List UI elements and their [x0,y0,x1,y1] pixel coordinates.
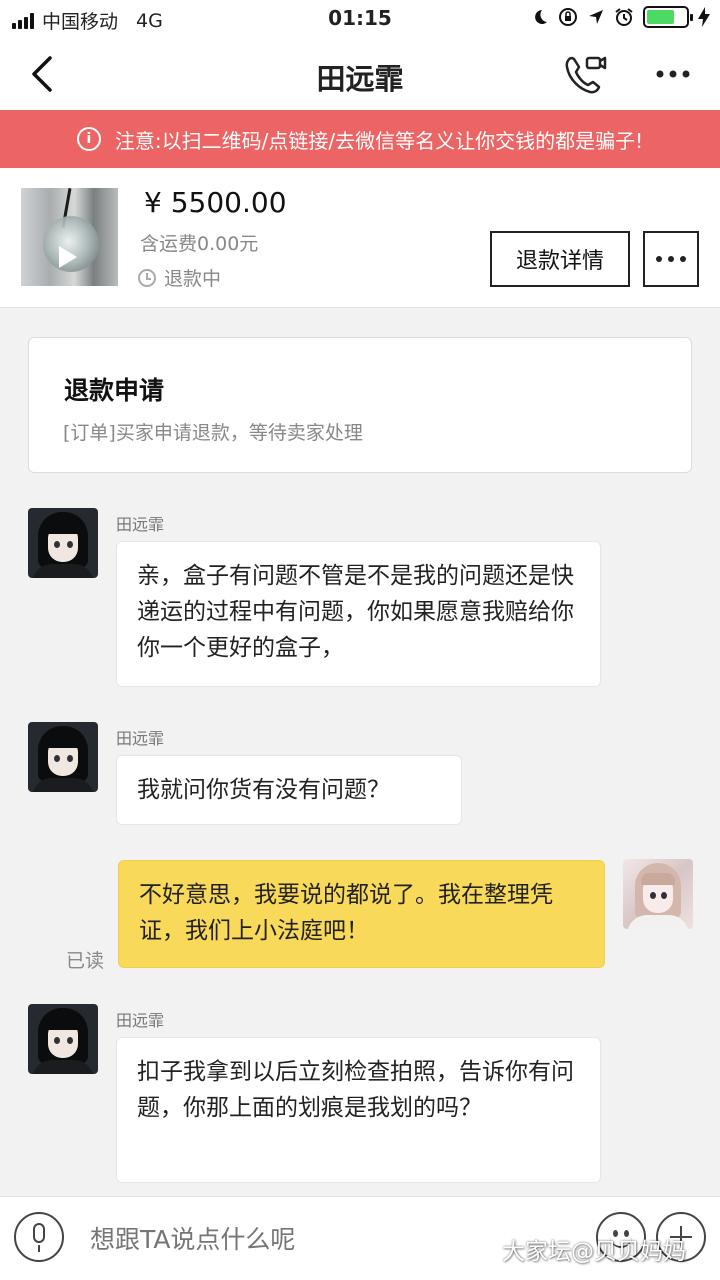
product-price: ¥ 5500.00 [144,186,287,219]
charging-icon [698,7,710,27]
sender-name: 田远霏 [116,515,165,534]
rotation-lock-icon [559,8,577,26]
sender-name: 田远霏 [116,729,165,748]
product-thumbnail[interactable] [21,188,118,286]
my-avatar[interactable] [623,859,693,929]
alarm-icon [615,8,633,26]
battery-icon [643,6,693,28]
sender-avatar[interactable] [28,1004,98,1074]
clock-icon [138,268,156,287]
voice-button[interactable] [14,1212,64,1262]
fraud-warning-banner: i 注意:以扫二维码/点链接/去微信等名义让你交钱的都是骗子! [0,110,720,168]
sender-avatar[interactable] [28,722,98,792]
order-status: 退款中 [138,264,221,291]
back-button[interactable] [22,52,66,96]
sender-name: 田远霏 [116,1011,165,1030]
message-bubble[interactable]: 我就问你货有没有问题？ [116,755,462,825]
back-chevron-icon [32,56,52,92]
my-message-bubble[interactable]: 不好意思，我要说的都说了。我在整理凭证，我们上小法庭吧！ [118,860,605,968]
status-bar: 中国移动 4G 01:15 [0,0,720,40]
video-call-button[interactable] [560,50,610,100]
mic-icon [33,1223,45,1243]
product-more-button[interactable] [643,231,699,287]
more-options-button[interactable] [648,54,698,94]
refund-request-card[interactable]: 退款申请 [订单]买家申请退款，等待卖家处理 [28,337,692,473]
play-icon [59,246,77,268]
sender-avatar[interactable] [28,508,98,578]
watermark: 大家坛@贝贝妈妈 [502,1239,686,1265]
message-bubble[interactable]: 亲，盒子有问题不管是不是我的问题还是快递运的过程中有问题，你如果愿意我赔给你你一… [116,541,601,687]
more-dots-icon [656,70,690,78]
order-status-label: 退款中 [164,268,222,290]
moon-icon [535,10,547,24]
video-call-icon [565,56,607,94]
nav-bar: 田远霏 [0,40,720,110]
refund-card-text: [订单]买家申请退款，等待卖家处理 [63,422,363,444]
shipping-fee: 含运费0.00元 [140,233,259,255]
location-icon [589,10,603,24]
warning-text: 注意:以扫二维码/点链接/去微信等名义让你交钱的都是骗子! [114,128,644,153]
chat-title: 田远霏 [316,62,404,96]
status-right [531,6,710,28]
warning-circle-icon: i [76,127,101,151]
refund-details-button[interactable]: 退款详情 [490,231,630,287]
message-input[interactable] [90,1219,570,1259]
product-summary: ¥ 5500.00 含运费0.00元 退款中 退款详情 [0,168,720,308]
message-bubble[interactable]: 扣子我拿到以后立刻检查拍照，告诉你有问题，你那上面的划痕是我划的吗？ [116,1037,601,1183]
refund-card-title: 退款申请 [64,376,165,405]
read-receipt: 已读 [66,950,105,972]
